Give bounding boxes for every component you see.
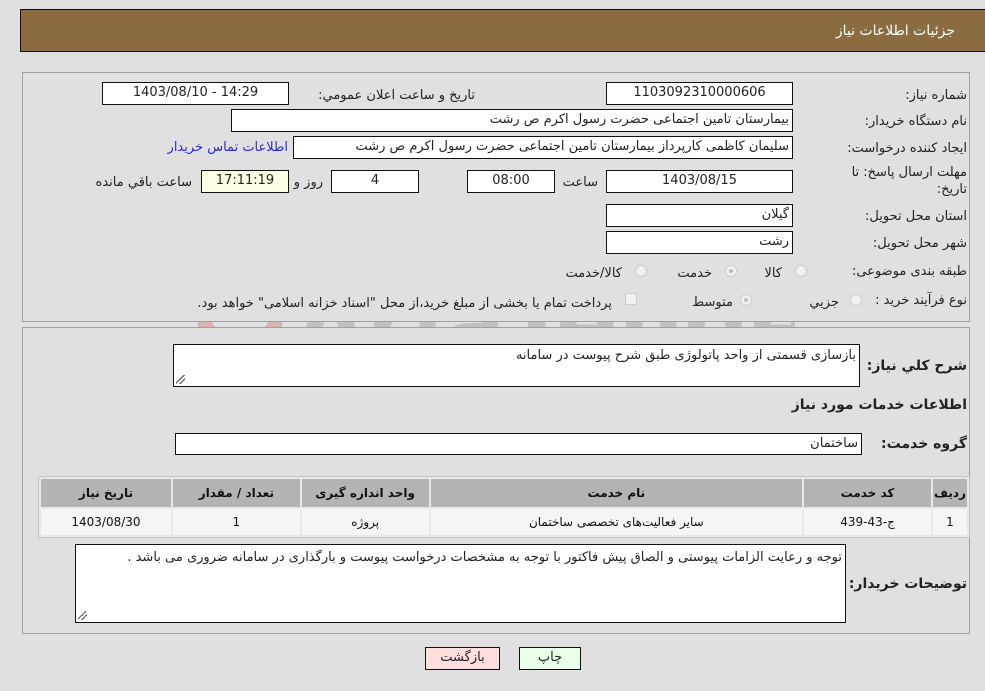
service-group-label: گروه خدمت: (881, 436, 967, 452)
table-row: 1403/08/30 1 پروژه سایر فعالیت‌های تخصصی… (41, 509, 967, 535)
deadline-date-field: 1403/08/15 (606, 170, 793, 193)
announce-date-field: 1403/08/10 - 14:29 (102, 82, 289, 105)
buyer-notes-text: توجه و رعایت الزامات پیوستی و الصاق پیش … (127, 550, 842, 565)
resize-handle-icon[interactable] (176, 375, 185, 384)
service-group-field: ساختمان (175, 433, 862, 455)
announce-date-label: تاریخ و ساعت اعلان عمومي: (318, 88, 475, 103)
page-title: جزئیات اطلاعات نیاز (835, 23, 955, 39)
process-radio-medium[interactable] (740, 294, 752, 306)
buyer-org-label: نام دستگاه خریدار: (864, 114, 967, 129)
col-header-unit: واحد اندازه گیری (301, 479, 429, 507)
buyer-notes-label: توضیحات خریدار: (848, 576, 967, 592)
col-header-date: تاریخ نیاز (41, 479, 171, 507)
remaining-label: ساعت باقي مانده (95, 175, 192, 190)
creator-label: ایجاد کننده درخواست: (847, 141, 967, 156)
province-field: گیلان (606, 204, 793, 227)
deadline-label: مهلت ارسال پاسخ: تا (851, 165, 967, 180)
cell-service-name: سایر فعالیت‌های تخصصی ساختمان (430, 509, 803, 535)
description-textarea[interactable]: بازسازی قسمتی از واحد پاتولوژی طبق شرح پ… (173, 344, 860, 387)
city-label: شهر محل تحویل: (872, 236, 967, 251)
resize-handle-icon[interactable] (78, 611, 87, 620)
print-button[interactable]: چاپ (519, 647, 581, 670)
category-goods-label: کالا (764, 266, 782, 281)
description-label: شرح كلي نیاز: (866, 358, 967, 374)
cell-quantity: 1 (172, 509, 300, 535)
page-header: جزئیات اطلاعات نیاز (20, 9, 985, 52)
process-radio-minor[interactable] (850, 294, 862, 306)
cell-date: 1403/08/30 (41, 509, 171, 535)
services-heading: اطلاعات خدمات مورد نیاز (791, 397, 967, 413)
category-radio-service[interactable] (725, 265, 737, 277)
process-minor-label: جزيي (809, 295, 839, 310)
buyer-contact-link[interactable]: اطلاعات تماس خریدار (168, 140, 288, 155)
col-header-service-name: نام خدمت (430, 479, 803, 507)
cell-unit: پروژه (301, 509, 429, 535)
category-label: طبقه بندی موضوعی: (851, 264, 967, 279)
services-table: تاریخ نیاز تعداد / مقدار واحد اندازه گیر… (38, 476, 970, 538)
category-radio-goods[interactable] (795, 265, 807, 277)
treasury-checkbox-label: پرداخت تمام یا بخشی از مبلغ خرید،از محل … (197, 296, 612, 311)
province-label: استان محل تحویل: (865, 209, 967, 224)
process-medium-label: متوسط (692, 295, 733, 310)
days-label: روز و (293, 175, 323, 190)
deadline-label-2: تاریخ: (936, 182, 967, 197)
remaining-time-field: 17:11:19 (201, 170, 289, 193)
days-remaining-field: 4 (331, 170, 419, 193)
city-field: رشت (606, 231, 793, 254)
table-header-row: تاریخ نیاز تعداد / مقدار واحد اندازه گیر… (41, 479, 967, 507)
col-header-service-code: کد خدمت (804, 479, 931, 507)
need-number-field: 1103092310000606 (606, 82, 793, 105)
cell-service-code: ج-43-439 (804, 509, 931, 535)
need-number-label: شماره نیاز: (905, 88, 967, 103)
col-header-row: ردیف (932, 479, 967, 507)
category-goods-service-label: کالا/خدمت (565, 266, 622, 281)
creator-field: سلیمان کاظمی کارپرداز بیمارستان تامین اج… (293, 136, 793, 159)
back-button[interactable]: بازگشت (425, 647, 500, 670)
buyer-org-field: بیمارستان تامین اجتماعی حضرت رسول اکرم ص… (231, 109, 793, 132)
category-radio-goods-service[interactable] (635, 265, 647, 277)
description-text: بازسازی قسمتی از واحد پاتولوژی طبق شرح پ… (515, 348, 856, 363)
treasury-checkbox[interactable] (625, 293, 637, 305)
deadline-time-field: 08:00 (467, 170, 555, 193)
col-header-quantity: تعداد / مقدار (172, 479, 300, 507)
buyer-notes-textarea[interactable]: توجه و رعایت الزامات پیوستی و الصاق پیش … (75, 544, 846, 623)
category-service-label: خدمت (677, 266, 712, 281)
deadline-time-label: ساعت (562, 175, 598, 190)
process-type-label: نوع فرآیند خرید : (875, 293, 967, 308)
cell-row-number: 1 (932, 509, 967, 535)
